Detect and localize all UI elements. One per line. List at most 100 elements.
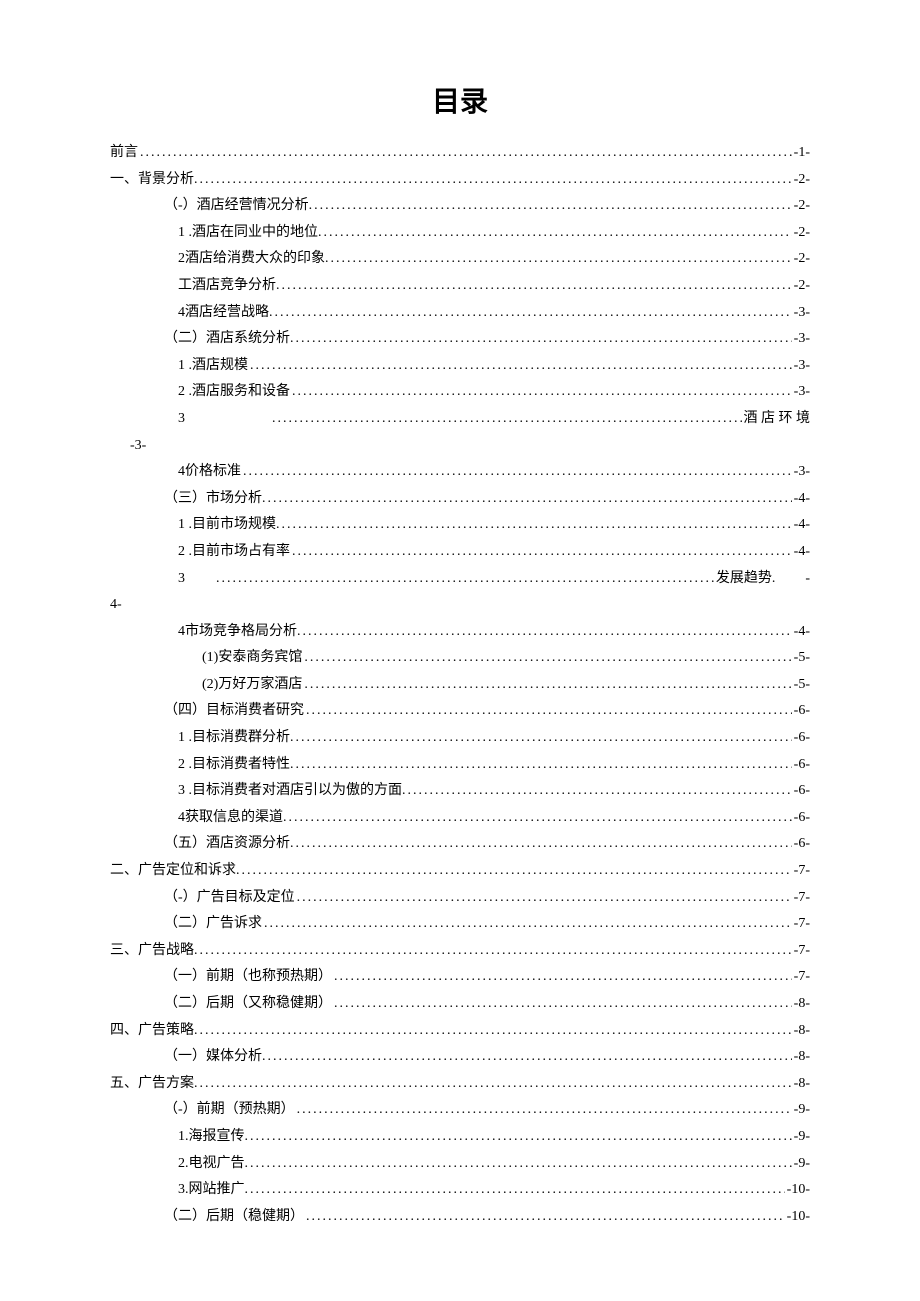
toc-prefix: （二） xyxy=(164,1204,206,1231)
toc-entry: 4 酒店经营战略................................… xyxy=(110,300,810,327)
toc-entry: 4 获取信息的渠道...............................… xyxy=(110,805,810,832)
toc-tail-label: 发展趋势. xyxy=(716,566,776,593)
toc-label: 媒体分析. xyxy=(206,1044,266,1071)
toc-prefix: （一） xyxy=(164,1044,206,1071)
toc-dots: ........................................… xyxy=(334,964,792,991)
toc-label: 目标消费群分析. xyxy=(192,725,294,752)
toc-dots: ........................................… xyxy=(243,459,792,486)
toc-entry: （-）前期（预热期）..............................… xyxy=(110,1097,810,1124)
toc-label: 酒店规模 xyxy=(192,353,248,380)
toc-page: -3- xyxy=(794,300,810,327)
toc-entry: 1. 海报宣传.................................… xyxy=(110,1124,810,1151)
toc-label: 安泰商务宾馆 xyxy=(218,645,302,672)
toc-prefix: 4 xyxy=(178,300,185,327)
toc-prefix: （-） xyxy=(164,885,197,912)
toc-dots: ........................................… xyxy=(289,805,792,832)
toc-page: 4- xyxy=(110,597,122,612)
toc-page: -7- xyxy=(794,938,810,965)
toc-label: 万好万家酒店 xyxy=(218,672,302,699)
toc-dots: ........................................… xyxy=(216,566,714,593)
toc-page: -3- xyxy=(794,326,810,353)
toc-label: 网站推广. xyxy=(189,1177,249,1204)
toc-title: 目录 xyxy=(110,80,810,120)
toc-page: -2- xyxy=(794,220,810,247)
toc-dots: ........................................… xyxy=(324,220,792,247)
toc-label: 目标消费者研究 xyxy=(206,698,304,725)
toc-prefix: （二） xyxy=(164,911,206,938)
toc-dots: ........................................… xyxy=(296,725,792,752)
toc-dots: ........................................… xyxy=(306,1204,785,1231)
toc-dots: ........................................… xyxy=(250,1177,785,1204)
toc-dots: ........................................… xyxy=(200,1071,792,1098)
toc-dots: ........................................… xyxy=(140,140,792,167)
toc-prefix: （一） xyxy=(164,964,206,991)
toc-entry: （一）媒体分析.................................… xyxy=(110,1044,810,1071)
toc-entry: 一、背景分析..................................… xyxy=(110,167,810,194)
toc-page: -3- xyxy=(794,379,810,406)
toc-prefix: （二） xyxy=(164,991,206,1018)
toc-entry: (2) 万好万家酒店..............................… xyxy=(110,672,810,699)
toc-dots: ........................................… xyxy=(250,353,792,380)
toc-page: -8- xyxy=(794,1044,810,1071)
toc-label: 市场竞争格局分析. xyxy=(185,619,301,646)
toc-dash: - xyxy=(775,566,810,593)
toc-label: 广告战略. xyxy=(138,938,198,965)
toc-tail-label: 酒 店 环 境 xyxy=(744,406,811,433)
toc-dots: ........................................… xyxy=(314,193,792,220)
toc-prefix: 3 xyxy=(178,566,214,593)
toc-entry: 五、广告方案..................................… xyxy=(110,1071,810,1098)
toc-page: -8- xyxy=(794,1018,810,1045)
toc-entry: 二、广告定位和诉求...............................… xyxy=(110,858,810,885)
toc-entry: 四、广告策略..................................… xyxy=(110,1018,810,1045)
toc-label: 前言 xyxy=(110,140,138,167)
toc-prefix: 一、 xyxy=(110,167,138,194)
toc-page: -6- xyxy=(794,725,810,752)
toc-entry: （三）市场分析.................................… xyxy=(110,486,810,513)
toc-entry: （-）酒店经营情况分析.............................… xyxy=(110,193,810,220)
toc-dots: ........................................… xyxy=(292,539,792,566)
toc-label: 广告诉求 xyxy=(206,911,262,938)
toc-prefix: 2 . xyxy=(178,539,192,566)
toc-prefix: (1) xyxy=(202,645,218,672)
toc-entry: （二）后期（又称稳健期）............................… xyxy=(110,991,810,1018)
toc-dots: ........................................… xyxy=(306,698,792,725)
toc-page: -4- xyxy=(794,539,810,566)
toc-entry: 4 市场竞争格局分析..............................… xyxy=(110,619,810,646)
toc-prefix: （二） xyxy=(164,326,206,353)
toc-dots: ........................................… xyxy=(250,1151,792,1178)
toc-dots: ........................................… xyxy=(304,672,791,699)
toc-entry: （一）前期（也称预热期）............................… xyxy=(110,964,810,991)
toc-entry: （五）酒店资源分析...............................… xyxy=(110,831,810,858)
toc-label: 目标消费者特性. xyxy=(192,752,294,779)
toc-prefix: 1 . xyxy=(178,512,192,539)
toc-entry: 2 .目标消费者特性..............................… xyxy=(110,752,810,779)
toc-entry: 3.......................................… xyxy=(110,566,810,593)
toc-prefix: 2 xyxy=(178,246,185,273)
toc-prefix: （四） xyxy=(164,698,206,725)
toc-prefix: （-） xyxy=(164,1097,197,1124)
toc-label: 酒店在同业中的地位. xyxy=(192,220,322,247)
toc-dots: ........................................… xyxy=(272,406,742,433)
toc-page: -3- xyxy=(130,438,146,453)
toc-dots: ........................................… xyxy=(303,619,792,646)
toc-label: 海报宣传. xyxy=(189,1124,249,1151)
toc-entry: （二）酒店系统分析...............................… xyxy=(110,326,810,353)
toc-label: 酒店给消费大众的印象. xyxy=(185,246,329,273)
toc-entry: 三、广告战略..................................… xyxy=(110,938,810,965)
toc-page: -5- xyxy=(794,645,810,672)
toc-label: 广告策略. xyxy=(138,1018,198,1045)
toc-prefix: 3 . xyxy=(178,778,192,805)
toc-label: 后期（稳健期） xyxy=(206,1204,304,1231)
toc-prefix: 1 . xyxy=(178,725,192,752)
toc-dots: ........................................… xyxy=(242,858,792,885)
toc-prefix: 4 xyxy=(178,805,185,832)
toc-entry: 1 .酒店在同业中的地位............................… xyxy=(110,220,810,247)
toc-entry: 3. 网站推广.................................… xyxy=(110,1177,810,1204)
toc-entry: 3.......................................… xyxy=(110,406,810,433)
toc-dots: ........................................… xyxy=(292,379,792,406)
toc-dots: ........................................… xyxy=(200,167,792,194)
toc-entry: 2. 电视广告.................................… xyxy=(110,1151,810,1178)
toc-entry: 2 .目前市场占有率..............................… xyxy=(110,539,810,566)
toc-page: -10- xyxy=(787,1204,810,1231)
toc-label: 目标消费者对酒店引以为傲的方面. xyxy=(192,778,406,805)
